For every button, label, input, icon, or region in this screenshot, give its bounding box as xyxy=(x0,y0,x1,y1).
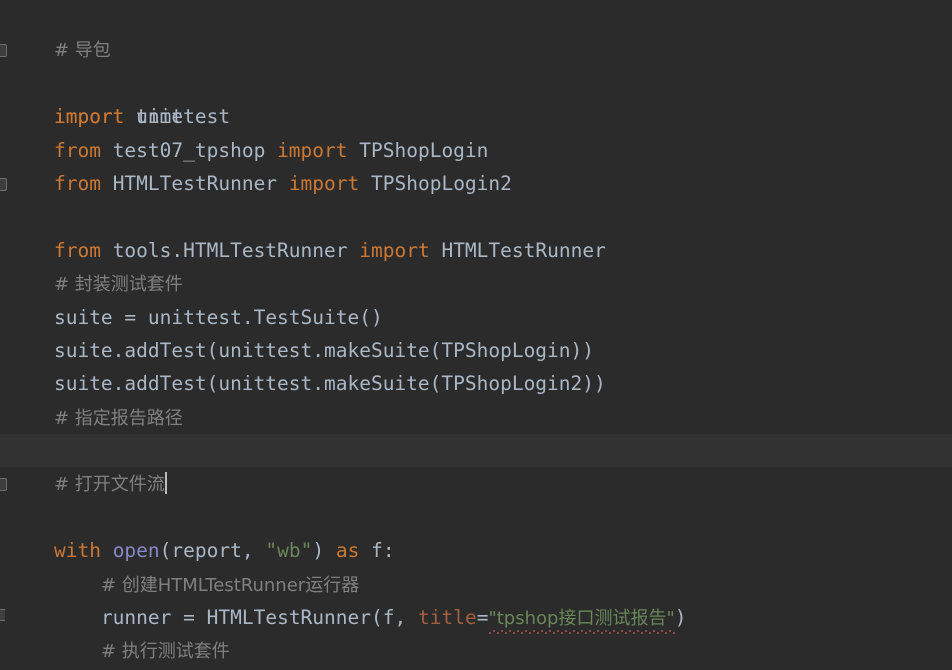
fold-marker-icon[interactable] xyxy=(0,44,7,58)
code-line[interactable]: import time xyxy=(0,33,952,128)
fold-region-start-icon[interactable] xyxy=(0,177,7,191)
code-line[interactable]: suite = unittest.TestSuite() xyxy=(0,267,952,329)
code-editor-viewport[interactable]: # 导包 import time import unittest from te… xyxy=(0,0,952,670)
code-line-current[interactable]: # 打开文件流 xyxy=(0,434,952,495)
code-line[interactable]: runner.run(suite) xyxy=(0,601,952,634)
fold-marker-icon[interactable] xyxy=(0,478,7,492)
code-line[interactable]: # 执行测试套件 xyxy=(0,568,952,662)
code-line[interactable]: import unittest xyxy=(0,67,952,128)
code-line[interactable]: runner = HTMLTestRunner(f, title="tpshop… xyxy=(0,534,952,635)
code-line-blank[interactable] xyxy=(0,200,952,233)
code-line[interactable]: # 指定报告路径 xyxy=(0,367,952,429)
code-line[interactable]: # 创建HTMLTestRunner运行器 xyxy=(0,501,952,596)
blank xyxy=(7,205,19,228)
code-line[interactable]: report = "./report/report-{}.html".forma… xyxy=(0,401,952,462)
code-line[interactable]: # 封装测试套件 xyxy=(0,234,952,295)
code-line[interactable]: from tools.HTMLTestRunner import HTMLTes… xyxy=(0,167,952,262)
code-line[interactable]: suite.addTest(unittest.makeSuite(TPShopL… xyxy=(0,334,952,395)
fold-region-end-icon[interactable] xyxy=(0,609,5,622)
code-line[interactable]: from test07_tpshop import TPShopLogin xyxy=(0,100,952,162)
code-line[interactable]: from HTMLTestRunner import TPShopLogin2 xyxy=(0,134,952,195)
comment-run-suite: # 执行测试套件 xyxy=(100,641,230,663)
code-line[interactable]: suite.addTest(unittest.makeSuite(TPShopL… xyxy=(0,301,952,362)
code-line[interactable]: # 导包 xyxy=(0,0,952,61)
code-line[interactable]: with open(report, "wb") as f: xyxy=(0,467,952,562)
